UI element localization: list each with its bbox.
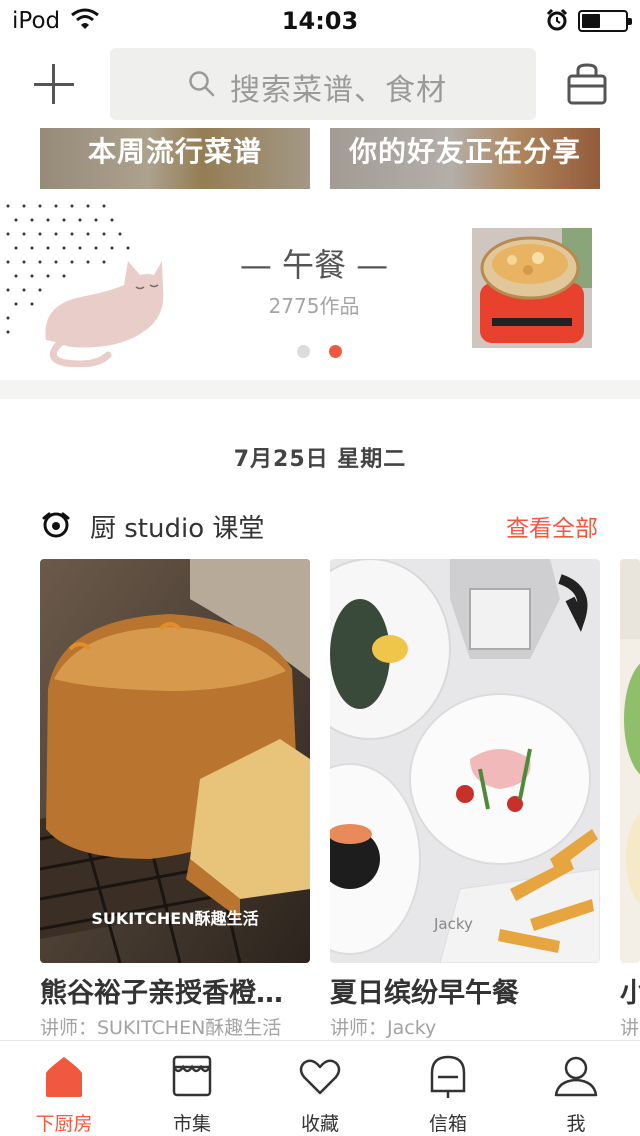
see-all-link[interactable]: 查看全部	[506, 509, 598, 543]
alarm-icon	[546, 8, 568, 35]
meal-count: 2775作品	[268, 294, 360, 318]
tab-market[interactable]: 市集	[128, 1041, 256, 1136]
mailbox-icon	[426, 1053, 470, 1099]
tab-label: 市集	[172, 1113, 211, 1135]
tab-label: 我	[566, 1113, 586, 1135]
course-card[interactable]: 小 讲	[620, 559, 640, 1039]
banner-weekly-popular[interactable]: 本周流行菜谱	[40, 128, 310, 189]
course-thumbnail[interactable]	[620, 559, 640, 963]
market-icon	[170, 1053, 214, 1099]
thumbnail-watermark: SUKITCHEN酥趣生活	[91, 909, 259, 928]
tab-mailbox[interactable]: 信箱	[384, 1041, 512, 1136]
profile-icon	[554, 1053, 598, 1099]
cat-illustration	[36, 255, 166, 371]
clock-time: 14:03	[281, 7, 359, 35]
course-thumbnail[interactable]: SUKITCHEN酥趣生活	[40, 559, 310, 963]
course-thumbnail[interactable]: Jacky	[330, 559, 600, 963]
course-name: 熊谷裕子亲授香橙…	[40, 978, 283, 1009]
battery-icon	[578, 10, 632, 32]
banner-friends-sharing[interactable]: 你的好友正在分享	[330, 128, 600, 189]
status-bar: iPod 14:03	[0, 0, 640, 40]
course-name: 夏日缤纷早午餐	[330, 978, 519, 1009]
pager-dot-active[interactable]	[329, 345, 342, 358]
course-teacher: 讲师：Jacky	[330, 1017, 437, 1039]
home-icon	[42, 1053, 86, 1099]
thumbnail-watermark: Jacky	[434, 915, 473, 933]
studio-icon	[40, 510, 72, 544]
section-divider	[0, 380, 640, 399]
course-teacher: 讲	[620, 1017, 640, 1039]
banner-label: 本周流行菜谱	[87, 135, 262, 168]
search-placeholder: 搜索菜谱、食材	[230, 73, 447, 108]
tab-profile[interactable]: 我	[512, 1041, 640, 1136]
tab-home[interactable]: 下厨房	[0, 1041, 128, 1136]
search-icon	[188, 70, 216, 102]
tab-favorites[interactable]: 收藏	[256, 1041, 384, 1136]
banner-label: 你的好友正在分享	[348, 135, 581, 168]
course-teacher: 讲师：SUKITCHEN酥趣生活	[40, 1017, 282, 1039]
basket-icon	[567, 63, 607, 105]
search-header: 搜索菜谱、食材	[0, 40, 640, 128]
meal-title: — 午餐 —	[239, 246, 389, 284]
tab-label: 信箱	[428, 1113, 467, 1135]
add-button[interactable]	[30, 64, 78, 104]
search-input[interactable]: 搜索菜谱、食材	[110, 48, 536, 120]
heart-icon	[298, 1053, 342, 1099]
date-label: 7月25日 星期二	[233, 447, 407, 472]
tab-label: 收藏	[300, 1113, 339, 1135]
meal-photo[interactable]	[472, 228, 592, 348]
section-title: 厨 studio 课堂	[90, 514, 265, 544]
pager-dot[interactable]	[297, 345, 310, 358]
course-name: 小	[620, 978, 640, 1009]
tab-label: 下厨房	[35, 1113, 93, 1135]
shopping-basket-button[interactable]	[566, 62, 608, 106]
tab-bar: 下厨房 市集 收藏 信箱 我	[0, 1040, 640, 1136]
